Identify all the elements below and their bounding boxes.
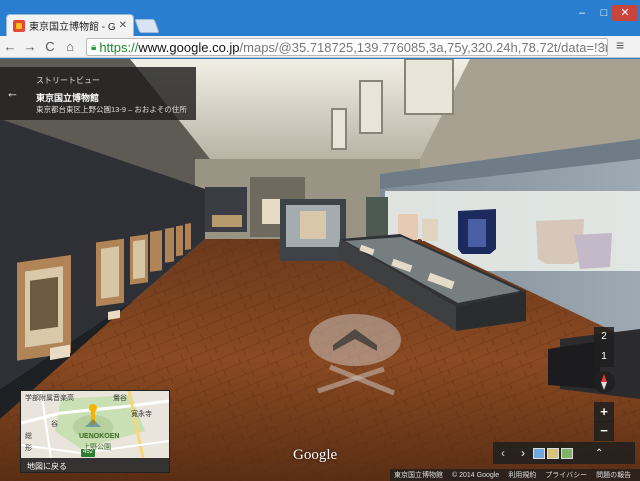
- home-button[interactable]: ⌂: [60, 37, 80, 57]
- compass-icon[interactable]: [593, 371, 615, 393]
- minimap-label-ya: 谷: [51, 421, 58, 428]
- strip-next-icon[interactable]: ›: [513, 446, 533, 460]
- url-host: www.google.co.jp: [138, 39, 240, 55]
- report-problem-link[interactable]: 問題の報告: [596, 470, 631, 480]
- floor-2-button[interactable]: 2: [594, 327, 614, 347]
- footer-copyright: © 2014 Google: [452, 471, 500, 479]
- forward-button[interactable]: →: [20, 37, 40, 57]
- tab-title: 東京国立博物館 - Google: [29, 22, 116, 33]
- zoom-out-button[interactable]: −: [594, 421, 614, 441]
- browser-titlebar: 東京国立博物館 - Google ✕ – □ ✕: [0, 0, 640, 36]
- expand-strip-icon[interactable]: ⌃: [595, 448, 603, 459]
- strip-prev-icon[interactable]: ‹: [493, 446, 513, 460]
- back-arrow-icon[interactable]: ←: [6, 85, 19, 100]
- minimap-label-kei: 形: [25, 445, 32, 452]
- photo-thumbnail[interactable]: [547, 447, 559, 459]
- photo-thumbnail[interactable]: [533, 447, 545, 459]
- street-view-panorama[interactable]: ← ストリートビュー 東京国立博物館 東京都台東区上野公園13-9 – おおよそ…: [0, 59, 640, 481]
- photo-strip: ‹ › ⌃: [493, 442, 635, 464]
- minimap-label-uenokoen: UENOKOEN: [79, 433, 120, 440]
- footer-place: 東京国立博物館: [394, 472, 443, 479]
- attribution-footer: 東京国立博物館 © 2014 Google 利用規約 プライバシー 問題の報告: [390, 469, 640, 481]
- url-scheme: https://: [99, 39, 139, 55]
- place-name: 東京国立博物館: [36, 93, 100, 103]
- compass-needle: [601, 374, 607, 390]
- browser-toolbar: ← → C ⌂ 🔒︎ https:// www.google.co.jp /ma…: [0, 36, 640, 58]
- lock-icon: 🔒︎: [91, 41, 97, 53]
- floor-1-button[interactable]: 1: [594, 347, 614, 367]
- terms-link[interactable]: 利用規約: [508, 470, 536, 480]
- minimap-label-school: 学部附属音楽高: [25, 395, 74, 402]
- street-view-label: ストリートビュー: [36, 76, 100, 85]
- close-window-button[interactable]: ✕: [612, 5, 638, 21]
- road-shield: 452: [83, 449, 94, 455]
- minimap-label-kaneiji: 寛永寺: [131, 411, 152, 418]
- maps-favicon-icon: [13, 19, 25, 32]
- reload-button[interactable]: C: [40, 37, 60, 57]
- bookmark-star-icon[interactable]: ☆: [596, 38, 608, 54]
- menu-icon[interactable]: ≡: [616, 37, 624, 53]
- place-info-card: ← ストリートビュー 東京国立博物館 東京都台東区上野公園13-9 – おおよそ…: [0, 67, 196, 120]
- back-to-map-link[interactable]: 地図に戻る: [27, 461, 67, 472]
- maximize-button[interactable]: □: [594, 5, 614, 21]
- minimap[interactable]: 学部附属音楽高 鶯谷 UENOKOEN 上野公園 寛永寺 谷 総 形 452 地…: [20, 390, 170, 473]
- address-bar[interactable]: 🔒︎ https:// www.google.co.jp /maps/@35.7…: [86, 38, 608, 56]
- url-path: /maps/@35.718725,139.776085,3a,75y,320.2…: [239, 39, 608, 55]
- new-tab-button[interactable]: [134, 19, 160, 33]
- back-to-map-bar[interactable]: 地図に戻る: [21, 458, 169, 472]
- photo-thumbnail[interactable]: [561, 447, 573, 459]
- place-address: 東京都台東区上野公園13-9 – おおよその住所: [36, 105, 187, 114]
- close-tab-icon[interactable]: ✕: [119, 20, 127, 31]
- zoom-in-button[interactable]: +: [594, 402, 614, 422]
- google-logo: Google: [293, 447, 338, 463]
- minimap-label-uguisudani: 鶯谷: [113, 395, 127, 402]
- browser-tab[interactable]: 東京国立博物館 - Google ✕: [6, 14, 134, 36]
- back-button[interactable]: ←: [0, 37, 20, 57]
- privacy-link[interactable]: プライバシー: [545, 470, 587, 480]
- minimap-label-so: 総: [25, 433, 32, 440]
- minimize-button[interactable]: –: [572, 5, 592, 21]
